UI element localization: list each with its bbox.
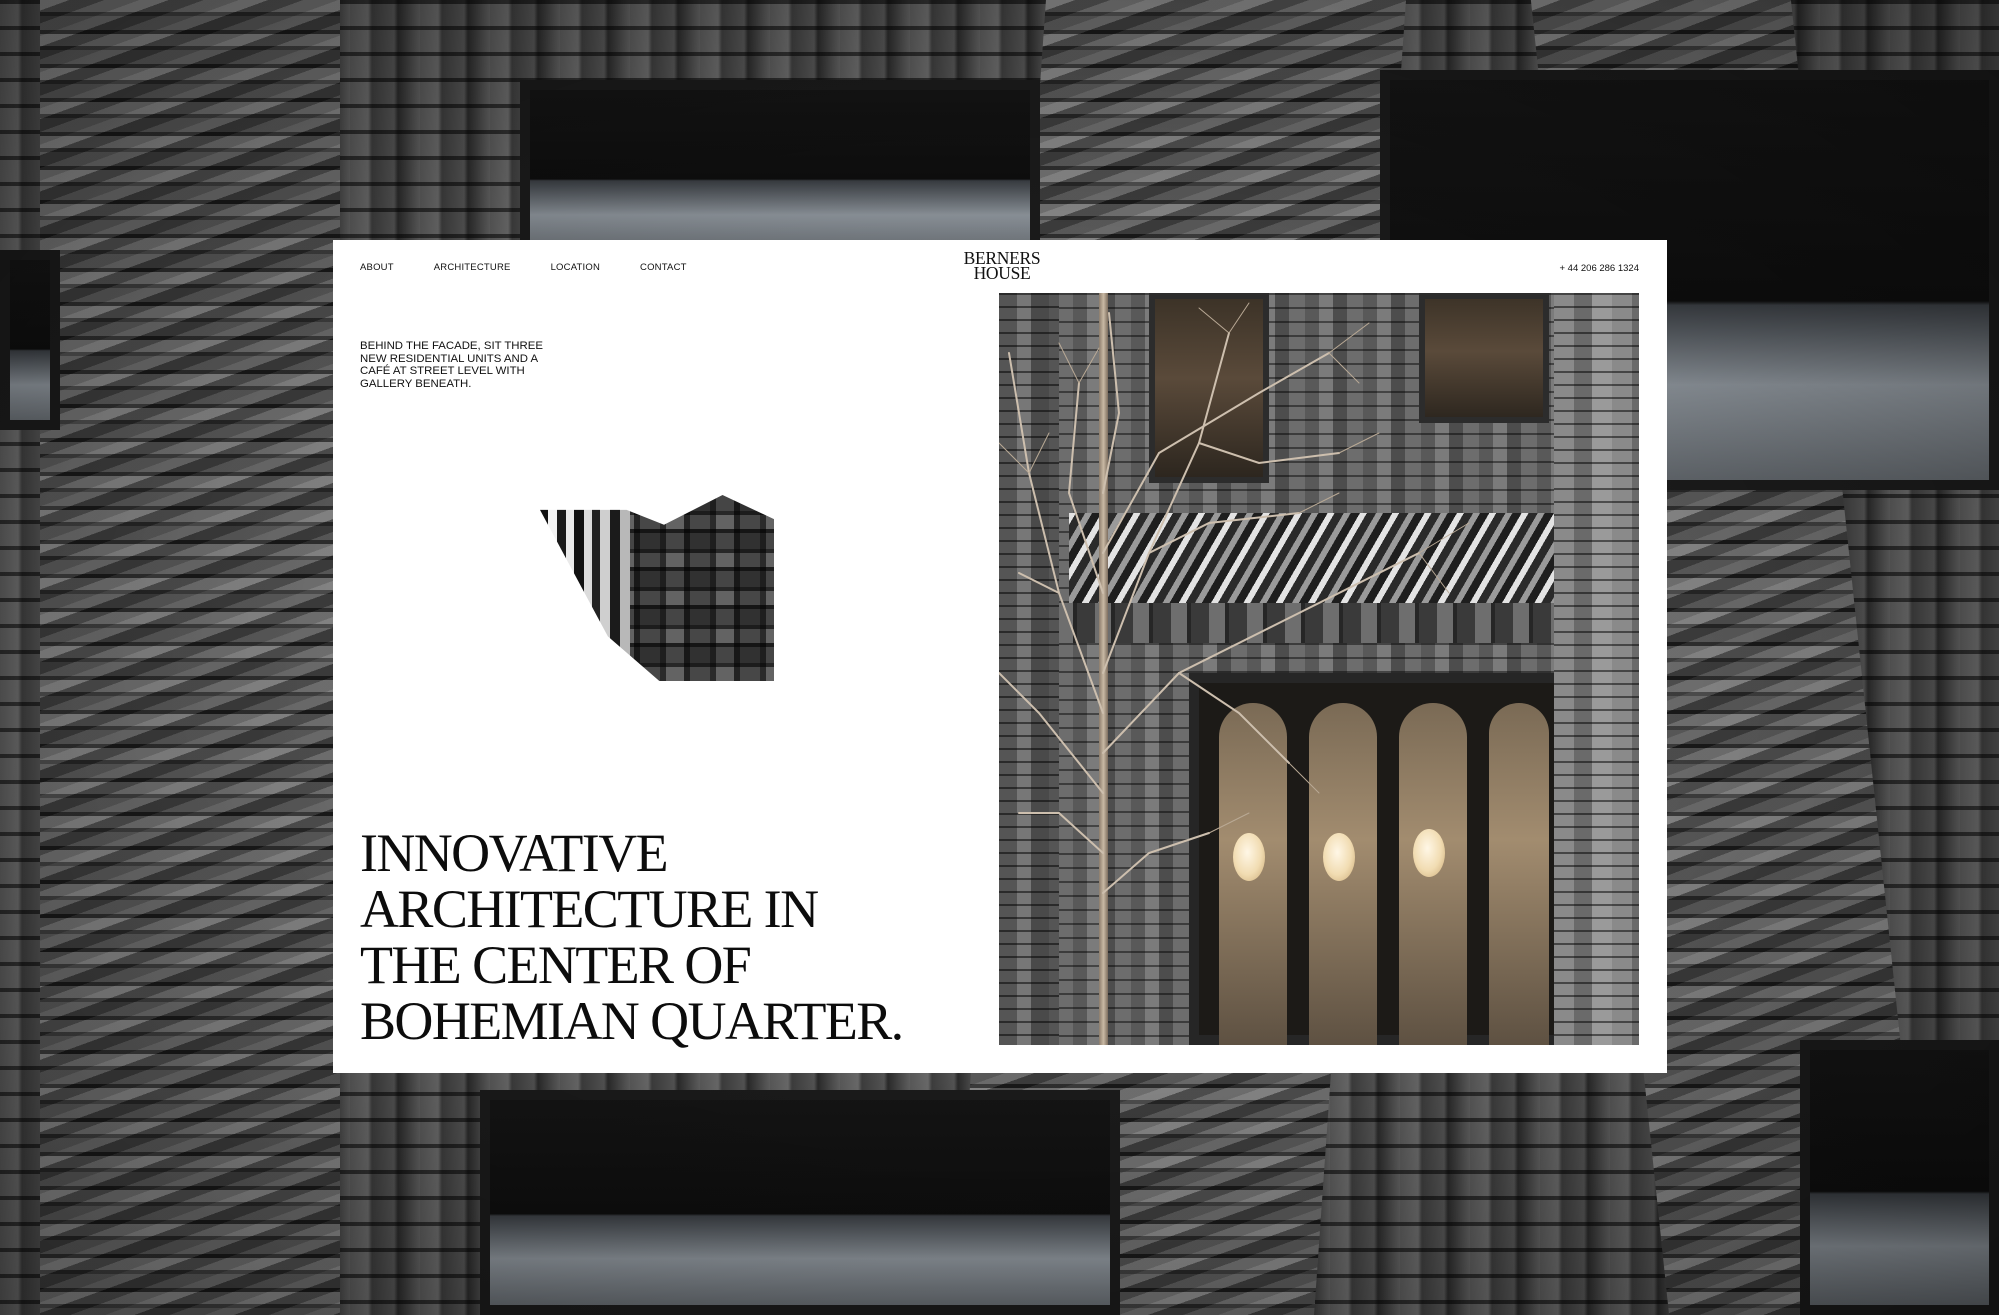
hero-building-photo <box>999 293 1639 1045</box>
phone-link[interactable]: + 44 206 286 1324 <box>1559 263 1639 274</box>
website-card: ABOUT ARCHITECTURE LOCATION CONTACT BERN… <box>333 240 1667 1073</box>
tree-branches-icon <box>999 302 1470 894</box>
intro-text: BEHIND THE FACADE, SIT THREE NEW RESIDEN… <box>360 340 543 390</box>
nav-architecture[interactable]: ARCHITECTURE <box>434 262 511 273</box>
headline-line-4: BOHEMIAN QUARTER. <box>360 991 904 1051</box>
nav-about[interactable]: ABOUT <box>360 262 394 273</box>
logo-line-2: HOUSE <box>973 263 1031 283</box>
nav-location[interactable]: LOCATION <box>551 262 600 273</box>
site-logo[interactable]: BERNERS HOUSE <box>955 249 1049 283</box>
headline-line-2: ARCHITECTURE IN <box>360 879 819 939</box>
headline-line-3: THE CENTER OF <box>360 935 752 995</box>
headline-line-1: INNOVATIVE <box>360 823 669 883</box>
nav-contact[interactable]: CONTACT <box>640 262 687 273</box>
main-nav: ABOUT ARCHITECTURE LOCATION CONTACT <box>360 262 687 273</box>
facade-fragment-image <box>540 495 774 681</box>
hero-headline: INNOVATIVE ARCHITECTURE IN THE CENTER OF… <box>360 825 960 1049</box>
